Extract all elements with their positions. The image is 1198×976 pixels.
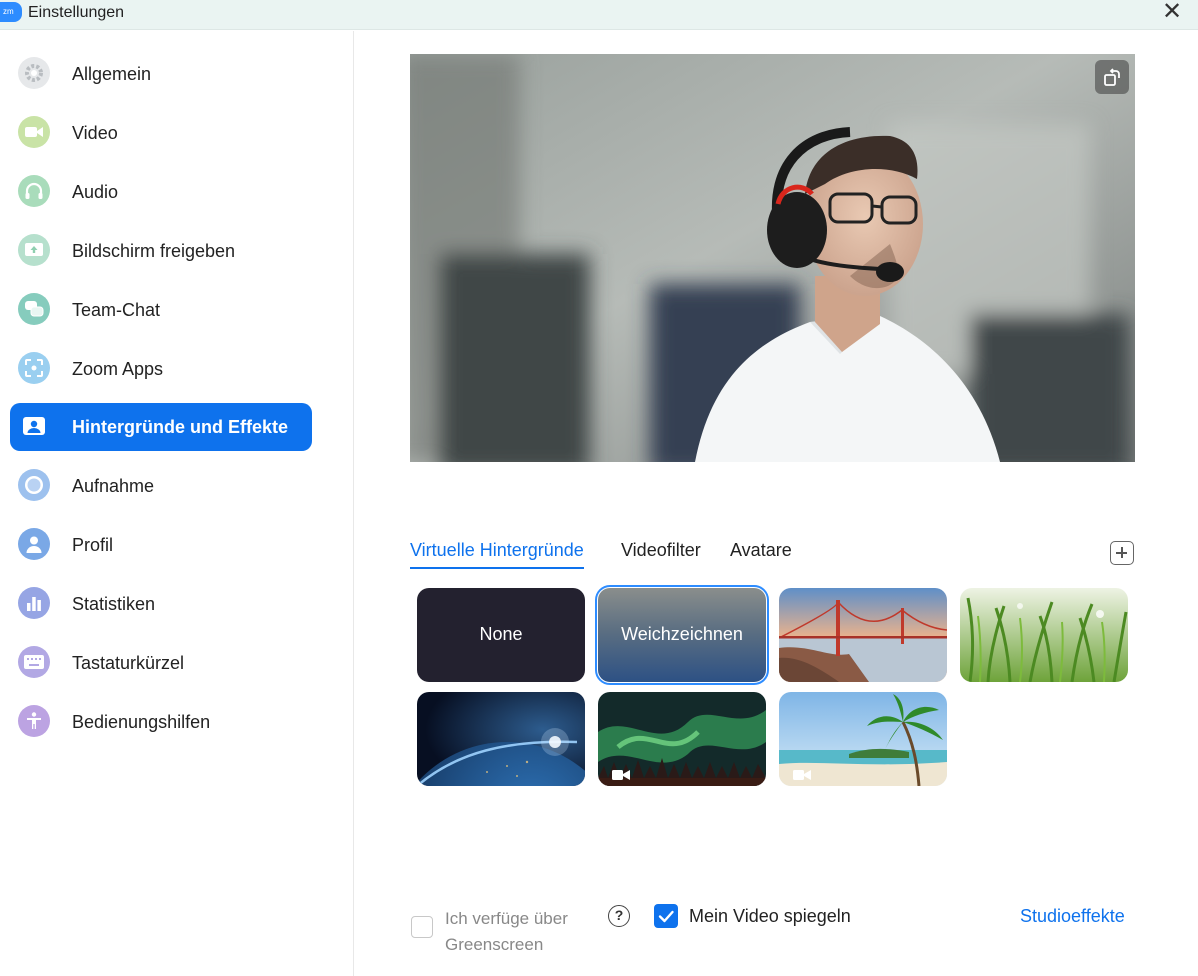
gear-icon: [18, 57, 50, 89]
greenscreen-label: Ich verfüge über Greenscreen: [445, 909, 568, 954]
background-blur[interactable]: Weichzeichnen: [595, 585, 769, 685]
background-none[interactable]: None: [417, 588, 585, 682]
apps-icon: [18, 352, 50, 384]
sidebar-item-label: Hintergründe und Effekte: [72, 417, 289, 437]
sidebar-item-allgemein[interactable]: Allgemein: [10, 50, 312, 98]
sidebar-item-audio[interactable]: Audio: [10, 168, 312, 216]
background-aurora[interactable]: [598, 692, 766, 786]
sidebar-item-label: Tastaturkürzel: [72, 653, 185, 673]
accessibility-icon: [18, 705, 50, 737]
video-camera-icon: [18, 116, 50, 148]
golden-gate-image: [779, 588, 947, 682]
sidebar-item-label: Audio: [72, 182, 119, 202]
thumbnail-label: Weichzeichnen: [621, 624, 743, 644]
thumbnail-label: None: [479, 624, 523, 644]
mirror-video-checkbox[interactable]: [654, 904, 678, 928]
sidebar-item-zoom-apps[interactable]: Zoom Apps: [10, 345, 312, 393]
camera-image: [410, 54, 1135, 462]
sidebar-item-bildschirm-freigeben[interactable]: Bildschirm freigeben: [10, 227, 312, 275]
sidebar-item-team-chat[interactable]: Team-Chat: [10, 286, 312, 334]
sidebar-item-video[interactable]: Video: [10, 109, 312, 157]
sidebar-item-label: Zoom Apps: [72, 359, 164, 379]
close-button[interactable]: ✕: [1158, 0, 1186, 26]
zoom-logo-icon: zm: [0, 2, 22, 22]
sidebar-item-label: Allgemein: [72, 64, 152, 84]
share-screen-icon: [18, 234, 50, 266]
studio-effects-link[interactable]: Studioeffekte: [1020, 906, 1125, 927]
sidebar-item-bedienungshilfen[interactable]: Bedienungshilfen: [10, 698, 312, 746]
add-background-button[interactable]: [1110, 541, 1134, 565]
tab-videofilter[interactable]: Videofilter: [621, 540, 701, 567]
chat-bubbles-icon: [18, 293, 50, 325]
mirror-video-label: Mein Video spiegeln: [689, 906, 851, 926]
background-icon: [18, 410, 50, 442]
tab-avatare[interactable]: Avatare: [730, 540, 792, 567]
background-earth-from-space[interactable]: [417, 692, 585, 786]
headphones-icon: [18, 175, 50, 207]
background-grass[interactable]: [960, 588, 1128, 682]
keyboard-icon: [18, 646, 50, 678]
title-bar: zm Einstellungen ✕: [0, 0, 1198, 30]
checkmark-icon: [658, 910, 674, 923]
record-icon: [18, 469, 50, 501]
window-title: Einstellungen: [28, 4, 125, 21]
sidebar-item-aufnahme[interactable]: Aufnahme: [10, 462, 312, 510]
sidebar-item-label: Profil: [72, 535, 114, 555]
video-background-icon: [793, 770, 811, 780]
tab-virtuelle-hintergruende[interactable]: Virtuelle Hintergründe: [410, 540, 584, 569]
sidebar-item-statistiken[interactable]: Statistiken: [10, 580, 312, 628]
background-golden-gate-bridge[interactable]: [779, 588, 947, 682]
sidebar-item-label: Statistiken: [72, 594, 156, 614]
profile-icon: [18, 528, 50, 560]
greenscreen-checkbox[interactable]: [411, 916, 433, 938]
statistics-icon: [18, 587, 50, 619]
sidebar-item-label: Bedienungshilfen: [72, 712, 211, 732]
video-background-icon: [612, 770, 630, 780]
settings-sidebar: Allgemein Video Audio Bildschirm freigeb…: [0, 31, 354, 976]
background-beach[interactable]: [779, 692, 947, 786]
rotate-icon: [1104, 68, 1120, 86]
sidebar-item-label: Bildschirm freigeben: [72, 241, 236, 261]
sidebar-item-profil[interactable]: Profil: [10, 521, 312, 569]
sidebar-item-label: Video: [72, 123, 118, 143]
help-icon[interactable]: ?: [608, 905, 630, 927]
sidebar-item-label: Aufnahme: [72, 476, 155, 496]
rotate-camera-button[interactable]: [1095, 60, 1129, 94]
grass-image: [960, 588, 1128, 682]
sidebar-item-hintergruende-und-effekte[interactable]: Hintergründe und Effekte: [10, 403, 312, 451]
sidebar-item-label: Team-Chat: [72, 300, 161, 320]
earth-image: [417, 692, 585, 786]
sidebar-item-tastaturkuerzel[interactable]: Tastaturkürzel: [10, 639, 312, 687]
video-preview: [410, 54, 1135, 462]
